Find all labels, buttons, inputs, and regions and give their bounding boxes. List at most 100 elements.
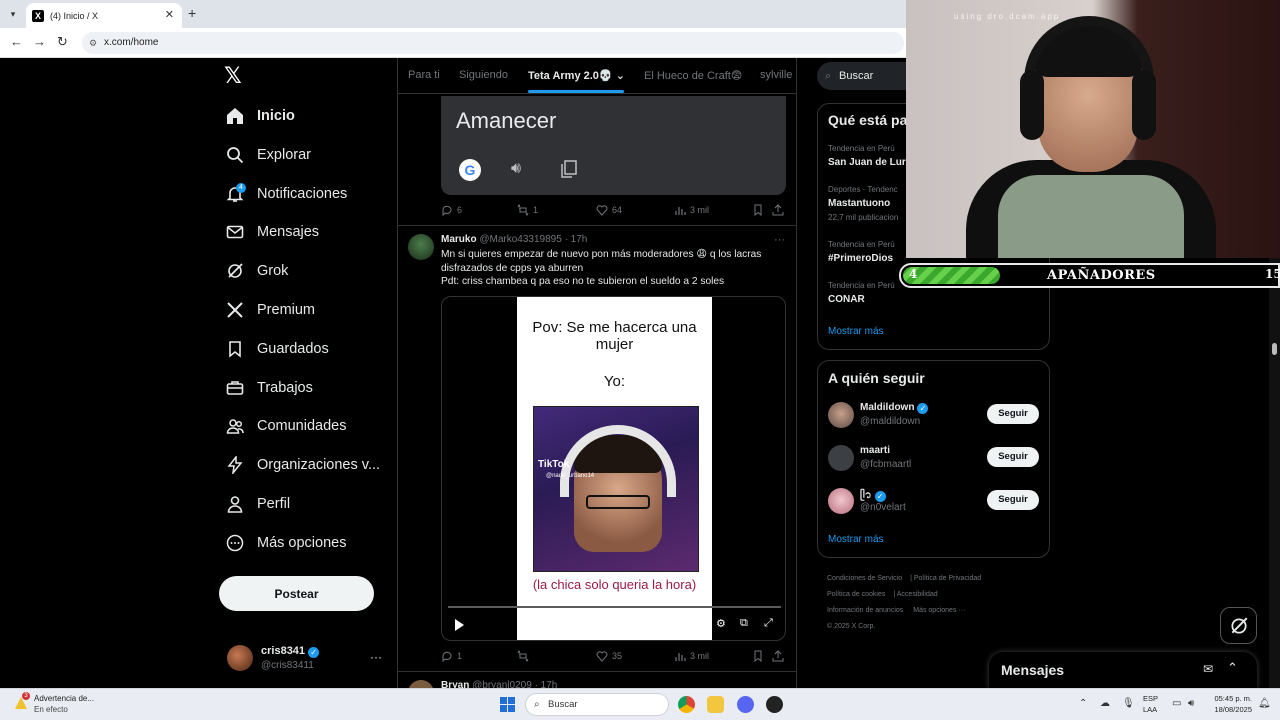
nav-item-mas-opciones[interactable]: Más opciones: [226, 529, 346, 557]
volume-icon[interactable]: 🔊︎: [692, 617, 706, 631]
new-message-icon[interactable]: ✉: [1203, 662, 1213, 676]
tweet-time[interactable]: · 17h: [535, 680, 558, 688]
chevron-up-icon[interactable]: ⌃: [1227, 660, 1238, 676]
account-menu-icon[interactable]: ···: [370, 650, 382, 664]
captions-icon[interactable]: ▭: [668, 617, 682, 631]
nav-item-mensajes[interactable]: Mensajes: [226, 218, 319, 246]
tab-para-ti[interactable]: Para ti: [408, 69, 440, 81]
avatar[interactable]: [828, 488, 854, 514]
volume-icon[interactable]: 🔊︎: [1188, 698, 1194, 709]
share-button[interactable]: [772, 650, 788, 662]
browser-tab[interactable]: X (4) Inicio / X ✕: [26, 3, 182, 28]
tab-el-hueco-de-craft[interactable]: El Hueco de Craft😨: [644, 69, 742, 82]
play-icon[interactable]: [452, 618, 466, 632]
file-explorer-icon[interactable]: [707, 696, 724, 713]
avatar[interactable]: [408, 680, 434, 688]
views-button[interactable]: 3 mil: [674, 650, 709, 662]
views-button[interactable]: 3 mil: [674, 204, 709, 216]
tweet-author-name[interactable]: Bryan: [441, 680, 469, 688]
tweet-author-handle[interactable]: @bryanl0209: [472, 680, 532, 688]
nav-item-explorar[interactable]: Explorar: [226, 141, 311, 169]
repost-button[interactable]: [517, 650, 533, 662]
like-button[interactable]: 64: [596, 204, 622, 216]
speaker-icon[interactable]: 🔊︎: [511, 160, 521, 178]
clock[interactable]: 05:45 p. m. 18/08/2025: [1208, 693, 1252, 715]
google-logo-icon[interactable]: G: [459, 159, 481, 181]
bookmark-button[interactable]: [752, 204, 768, 216]
taskbar-search[interactable]: ⌕ Buscar: [525, 693, 669, 716]
grok-float-button[interactable]: [1220, 607, 1257, 644]
reply-button[interactable]: 6: [441, 204, 462, 216]
repost-button[interactable]: 1: [517, 204, 538, 216]
reload-icon[interactable]: ↻: [57, 34, 68, 50]
notification-bell-icon[interactable]: 🔔︎: [1258, 698, 1271, 709]
tab-siguiendo[interactable]: Siguiendo: [459, 69, 508, 81]
app-icon[interactable]: [766, 696, 783, 713]
discord-app-icon[interactable]: [737, 696, 754, 713]
picture-in-picture-icon[interactable]: ⧉: [740, 617, 754, 631]
footer-more-link[interactable]: Más opciones ···: [913, 607, 965, 614]
like-button[interactable]: 35: [596, 650, 622, 662]
tweet-time[interactable]: · 17h: [565, 234, 588, 245]
nav-item-comunidades[interactable]: Comunidades: [226, 412, 346, 440]
bookmark-button[interactable]: [752, 650, 768, 662]
tab-teta-army[interactable]: Teta Army 2.0💀 ⌄: [528, 69, 625, 82]
video-progress-bar[interactable]: [448, 606, 781, 608]
tweet-author-name[interactable]: Maruko: [441, 234, 477, 245]
show-more-trends-link[interactable]: Mostrar más: [828, 326, 884, 337]
follow-name[interactable]: maarti: [860, 445, 890, 456]
post-button[interactable]: Postear: [219, 576, 374, 611]
nav-item-grok[interactable]: Grok: [226, 257, 288, 285]
language-indicator[interactable]: ESP LAA: [1143, 693, 1158, 715]
scrollbar-thumb[interactable]: [1272, 343, 1277, 355]
cloud-icon[interactable]: ☁: [1100, 698, 1110, 709]
trend-item[interactable]: Mastantuono: [828, 198, 890, 209]
new-tab-button[interactable]: +: [188, 5, 196, 21]
footer-link[interactable]: Accesibilidad: [897, 591, 938, 598]
microphone-icon[interactable]: 🎙︎: [1122, 698, 1135, 709]
tweet-video[interactable]: Pov: Se me hacerca una mujer Yo: TikTok …: [441, 296, 786, 641]
follow-button[interactable]: Seguir: [987, 447, 1039, 467]
windows-start-icon[interactable]: [500, 697, 515, 712]
trend-item[interactable]: #PrimeroDios: [828, 253, 893, 264]
reply-button[interactable]: 1: [441, 650, 462, 662]
url-field[interactable]: ⚙ x.com/home: [82, 32, 904, 54]
share-button[interactable]: [772, 204, 788, 216]
footer-link[interactable]: Política de cookies: [827, 591, 885, 598]
nav-item-inicio[interactable]: Inicio: [226, 102, 295, 130]
avatar[interactable]: [227, 645, 253, 671]
tab-sylville[interactable]: sylville: [760, 69, 792, 81]
timeline[interactable]: Para ti Siguiendo Teta Army 2.0💀 ⌄ El Hu…: [397, 58, 797, 688]
messages-drawer[interactable]: Mensajes ✉ ⌃: [989, 652, 1257, 688]
tab-close-icon[interactable]: ✕: [165, 8, 174, 21]
follow-button[interactable]: Seguir: [987, 404, 1039, 424]
forward-arrow-icon[interactable]: →: [33, 34, 46, 49]
fullscreen-icon[interactable]: ⤢: [764, 617, 778, 631]
tweet-author-handle[interactable]: @Marko43319895: [479, 234, 561, 245]
nav-item-organizaciones[interactable]: Organizaciones v...: [226, 451, 380, 479]
avatar[interactable]: [828, 445, 854, 471]
profile-name[interactable]: cris8341 ✓: [261, 645, 320, 658]
chevron-up-icon[interactable]: ⌃: [1079, 698, 1087, 709]
footer-link[interactable]: Información de anuncios: [827, 607, 903, 614]
trend-item[interactable]: San Juan de Luri: [828, 157, 909, 168]
back-arrow-icon[interactable]: ←: [10, 34, 23, 49]
show-more-follow-link[interactable]: Mostrar más: [828, 534, 884, 545]
settings-gear-icon[interactable]: ⚙: [716, 617, 730, 631]
nav-item-perfil[interactable]: Perfil: [226, 490, 290, 518]
tab-list-chevron-icon[interactable]: ▾: [5, 6, 21, 22]
avatar[interactable]: [828, 402, 854, 428]
nav-item-trabajos[interactable]: Trabajos: [226, 374, 313, 402]
copy-icon[interactable]: [561, 160, 577, 178]
follow-name[interactable]: Maldildown ✓: [860, 402, 929, 414]
chrome-app-icon[interactable]: [678, 696, 695, 713]
avatar[interactable]: [408, 234, 434, 260]
x-logo[interactable]: 𝕏: [224, 63, 242, 89]
tweet-more-icon[interactable]: ···: [774, 234, 785, 246]
footer-link[interactable]: Política de Privacidad: [914, 575, 981, 582]
network-icon[interactable]: ▭: [1172, 698, 1181, 709]
nav-item-guardados[interactable]: Guardados: [226, 335, 329, 363]
warning-title[interactable]: Advertencia de...: [34, 694, 94, 703]
follow-button[interactable]: Seguir: [987, 490, 1039, 510]
trend-item[interactable]: CONAR: [828, 294, 865, 305]
